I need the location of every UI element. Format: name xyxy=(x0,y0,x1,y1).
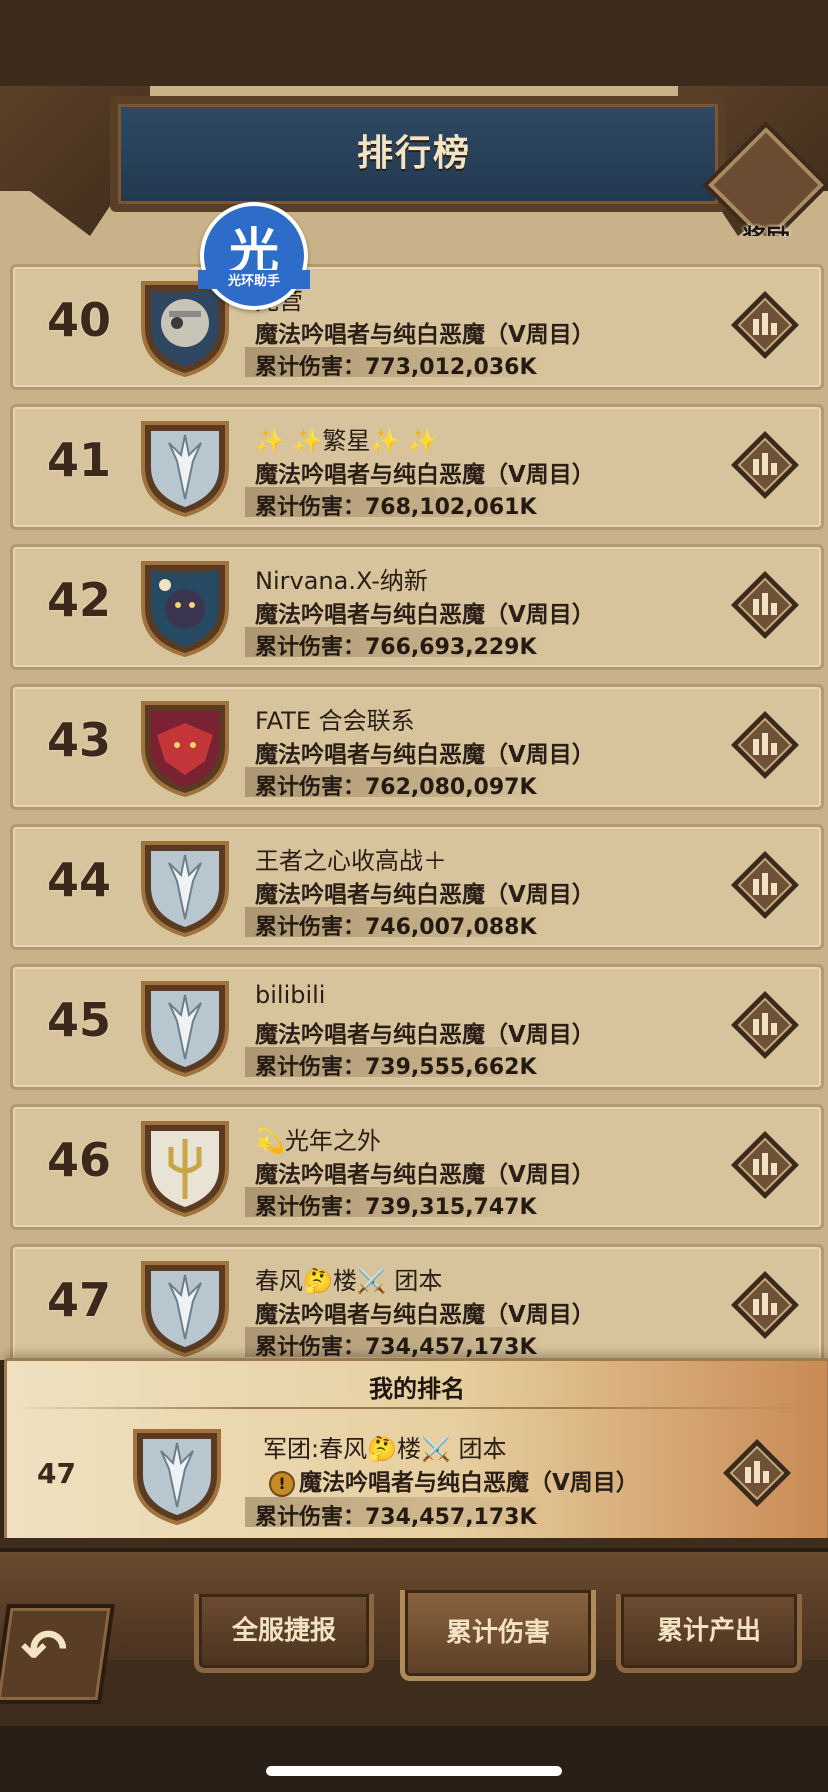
leaderboard-row[interactable]: 42 Nirvana.X-纳新 魔法吟唱者与纯白恶魔（V周目） 累计伤害：766… xyxy=(10,544,824,670)
boss-name: 魔法吟唱者与纯白恶魔（V周目） xyxy=(255,602,595,628)
my-damage-value: 累计伤害：734,457,173K xyxy=(255,1505,537,1530)
boss-name: 魔法吟唱者与纯白恶魔（V周目） xyxy=(255,1022,595,1048)
bar-chart-icon[interactable] xyxy=(729,289,801,361)
damage-value: 累计伤害：746,007,088K xyxy=(255,915,537,940)
rank-number: 46 xyxy=(46,1133,111,1187)
page-title: 排行榜 xyxy=(356,133,471,174)
boss-name: 魔法吟唱者与纯白恶魔（V周目） xyxy=(255,742,595,768)
silver-trident-emblem-icon xyxy=(141,1261,229,1358)
rank-number: 44 xyxy=(46,853,111,907)
damage-bar: 累计伤害：734,457,173K xyxy=(245,1327,545,1360)
rank-number: 42 xyxy=(46,573,111,627)
damage-bar: 累计伤害：766,693,229K xyxy=(245,627,545,660)
boss-name: 魔法吟唱者与纯白恶魔（V周目） xyxy=(255,1302,595,1328)
red-dragon-emblem-icon xyxy=(141,701,229,798)
back-arrow-icon: ↶ xyxy=(20,1618,68,1683)
leaderboard-row[interactable]: 47 春风🤔楼⚔️ 团本 魔法吟唱者与纯白恶魔（V周目） 累计伤害：734,45… xyxy=(10,1244,824,1360)
boss-name: 魔法吟唱者与纯白恶魔（V周目） xyxy=(255,462,595,488)
damage-bar: 累计伤害：768,102,061K xyxy=(245,487,545,520)
damage-bar: 累计伤害：746,007,088K xyxy=(245,907,545,940)
tab-total-output[interactable]: 累计产出 xyxy=(616,1594,802,1673)
guild-name: FATE 合会联系 xyxy=(255,707,415,735)
guild-name: bilibili xyxy=(255,981,326,1009)
bar-chart-icon[interactable] xyxy=(729,989,801,1061)
damage-value: 累计伤害：734,457,173K xyxy=(255,1335,537,1360)
leaderboard-row[interactable]: 44 王者之心收高战＋ 魔法吟唱者与纯白恶魔（V周目） 累计伤害：746,007… xyxy=(10,824,824,950)
damage-value: 累计伤害：768,102,061K xyxy=(255,495,537,520)
bar-chart-icon[interactable] xyxy=(729,429,801,501)
damage-value: 累计伤害：766,693,229K xyxy=(255,635,537,660)
my-guild-name: 军团:春风🤔楼⚔️ 团本 xyxy=(263,1435,507,1463)
rank-number: 45 xyxy=(46,993,111,1047)
my-boss-name: 魔法吟唱者与纯白恶魔（V周目） xyxy=(299,1470,639,1496)
guild-name: 💫光年之外 xyxy=(255,1127,381,1155)
rank-number: 47 xyxy=(46,1273,111,1327)
my-rank-number: 47 xyxy=(37,1457,76,1490)
bar-chart-icon[interactable] xyxy=(729,709,801,781)
golden-trident-emblem-icon xyxy=(141,1121,229,1218)
header-banner: 排行榜 xyxy=(0,86,828,236)
rank-number: 40 xyxy=(46,293,111,347)
night-creature-emblem-icon xyxy=(141,561,229,658)
my-rank-title: 我的排名 xyxy=(369,1375,465,1403)
leaderboard-row[interactable]: 45 bilibili 魔法吟唱者与纯白恶魔（V周目） 累计伤害：739,555… xyxy=(10,964,824,1090)
leaderboard-row[interactable]: 43 FATE 合会联系 魔法吟唱者与纯白恶魔（V周目） 累计伤害：762,08… xyxy=(10,684,824,810)
rank-number: 41 xyxy=(46,433,111,487)
silver-trident-emblem-icon xyxy=(141,981,229,1078)
top-status-strip xyxy=(0,0,828,86)
guild-name: 王者之心收高战＋ xyxy=(255,847,447,875)
leaderboard-row[interactable]: 40 兆营 魔法吟唱者与纯白恶魔（V周目） 累计伤害：773,012,036K xyxy=(10,264,824,390)
guild-name: ✨ ✨繁星✨ ✨ xyxy=(255,427,438,455)
bar-chart-icon[interactable] xyxy=(729,849,801,921)
my-rank-panel[interactable]: 我的排名 47 军团:春风🤔楼⚔️ 团本 ! 魔法吟唱者与纯白恶魔（V周目） 累计… xyxy=(4,1358,828,1544)
damage-bar: 累计伤害：762,080,097K xyxy=(245,767,545,800)
alert-icon: ! xyxy=(269,1470,295,1497)
tab-total-damage[interactable]: 累计伤害 xyxy=(400,1590,596,1681)
damage-bar: 累计伤害：739,555,662K xyxy=(245,1047,545,1080)
title-divider xyxy=(7,1407,827,1409)
guild-name: 春风🤔楼⚔️ 团本 xyxy=(255,1267,443,1295)
silver-trident-emblem-icon xyxy=(141,841,229,938)
bar-chart-icon[interactable] xyxy=(729,1129,801,1201)
back-button[interactable]: ↶ xyxy=(0,1604,116,1704)
damage-bar: 累计伤害：773,012,036K xyxy=(245,347,545,380)
damage-value: 累计伤害：762,080,097K xyxy=(255,775,537,800)
boss-name: 魔法吟唱者与纯白恶魔（V周目） xyxy=(255,882,595,908)
guild-name: Nirvana.X-纳新 xyxy=(255,567,428,595)
my-boss-line: ! 魔法吟唱者与纯白恶魔（V周目） xyxy=(269,1463,639,1497)
silver-trident-emblem-icon xyxy=(133,1429,221,1526)
bottom-safe-area xyxy=(0,1726,828,1792)
damage-value: 累计伤害：739,315,747K xyxy=(255,1195,537,1220)
bar-chart-icon[interactable] xyxy=(721,1437,793,1509)
silver-trident-emblem-icon xyxy=(141,421,229,518)
tab-server-news[interactable]: 全服捷报 xyxy=(194,1594,374,1673)
leaderboard-row[interactable]: 46 💫光年之外 魔法吟唱者与纯白恶魔（V周目） 累计伤害：739,315,74… xyxy=(10,1104,824,1230)
boss-name: 魔法吟唱者与纯白恶魔（V周目） xyxy=(255,322,595,348)
home-indicator[interactable] xyxy=(266,1766,562,1776)
overlay-label: 光环助手 xyxy=(198,270,310,289)
damage-value: 累计伤害：739,555,662K xyxy=(255,1055,537,1080)
leaderboard-row[interactable]: 41 ✨ ✨繁星✨ ✨ 魔法吟唱者与纯白恶魔（V周目） 累计伤害：768,102… xyxy=(10,404,824,530)
boss-name: 魔法吟唱者与纯白恶魔（V周目） xyxy=(255,1162,595,1188)
bar-chart-icon[interactable] xyxy=(729,1269,801,1341)
bar-chart-icon[interactable] xyxy=(729,569,801,641)
leaderboard-list[interactable]: 40 兆营 魔法吟唱者与纯白恶魔（V周目） 累计伤害：773,012,036K … xyxy=(0,236,828,1360)
my-damage-bar: 累计伤害：734,457,173K xyxy=(245,1497,545,1530)
assistant-overlay-badge[interactable]: 光 光环助手 xyxy=(198,202,310,310)
rank-number: 43 xyxy=(46,713,111,767)
bottom-nav-bar: ↶ 全服捷报 累计伤害 累计产出 xyxy=(0,1538,828,1792)
damage-value: 累计伤害：773,012,036K xyxy=(255,355,537,380)
reward-button[interactable]: 奖励 xyxy=(702,121,828,252)
damage-bar: 累计伤害：739,315,747K xyxy=(245,1187,545,1220)
